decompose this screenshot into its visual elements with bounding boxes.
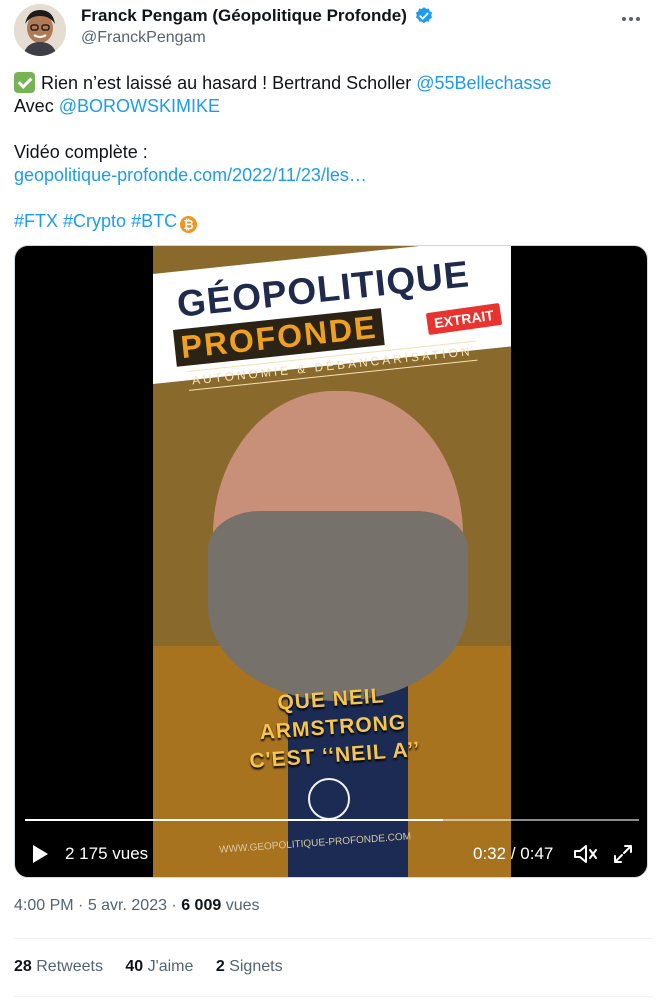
video-progress-fill [25,819,443,821]
video-time-separator: / [506,844,521,863]
verified-badge-icon [416,7,433,24]
mention-link[interactable]: @55Bellechasse [416,73,551,93]
author-display-name[interactable]: Franck Pengam (Géopolitique Profonde) [81,6,407,26]
mention-link[interactable]: @BOROWSKIMIKE [59,96,220,116]
tweet-stats: 28 Retweets 40 J'aime 2 Signets [14,958,301,976]
tweet-header: Franck Pengam (Géopolitique Profonde) @F… [14,4,654,56]
stat-count: 2 [215,958,225,975]
hashtag-link[interactable]: #Crypto [63,211,126,231]
tweet-line-3: Vidéo complète : [14,142,148,162]
video-figure-beard [208,511,468,701]
meta-separator: · [166,897,182,914]
tweet-line-2-text: Avec [14,96,59,116]
stat-count: 40 [125,958,144,975]
video-progress-bar[interactable] [25,819,639,821]
tweet-url-line: geopolitique-profonde.com/2022/11/23/les… [14,164,644,187]
tweet-time[interactable]: 4:00 PM [14,897,74,914]
more-horizontal-icon[interactable] [622,8,648,28]
tweet-date[interactable]: 5 avr. 2023 [88,897,167,914]
bitcoin-icon: ₿ [180,216,198,233]
stat-label: J'aime [147,958,194,975]
retweets-stat[interactable]: 28 Retweets [14,958,103,976]
tweet-line-1: Rien n’est laissé au hasard ! Bertrand S… [14,72,644,95]
author-handle[interactable]: @FranckPengam [81,29,434,47]
check-mark-icon [14,72,35,93]
hashtags-line: #FTX #Crypto #BTC ₿ [14,210,644,233]
video-views: 2 175 vues [65,844,149,863]
video-caption: QUE NEIL ARMSTRONG C'EST ‘‘NEIL A’’ [210,678,455,779]
video-controls: 2 175 vues 0:32 / 0:47 [15,834,647,874]
target-logo-icon [308,778,350,820]
likes-stat[interactable]: 40 J'aime [125,958,193,976]
video-time-total: 0:47 [520,844,554,863]
video-time: 0:32 / 0:47 [473,844,553,864]
tweet-meta: 4:00 PM · 5 avr. 2023 · 6 009 vues [14,897,260,915]
avatar-photo-icon [14,4,66,56]
hashtag-link[interactable]: #FTX [14,211,58,231]
video-time-current: 0:32 [473,844,507,863]
tweet-line-1-text: Rien n’est laissé au hasard ! Bertrand S… [41,73,417,93]
avatar[interactable] [14,4,66,56]
stat-label: Signets [229,958,283,975]
tweet-views-label: vues [225,897,260,914]
url-link[interactable]: geopolitique-profonde.com/2022/11/23/les… [14,165,367,185]
tweet-views-count: 6 009 [181,897,222,914]
fullscreen-icon[interactable] [612,843,634,865]
volume-muted-icon[interactable] [573,843,599,865]
tweet-line-2: Avec @BOROWSKIMIKE [14,95,644,118]
bookmarks-stat[interactable]: 2 Signets [216,958,283,976]
author-names: Franck Pengam (Géopolitique Profonde) @F… [81,6,434,47]
video-player[interactable]: GÉOPOLITIQUE PROFONDE EXTRAIT AUTONOMIE … [14,245,648,878]
divider [14,938,653,939]
stat-label: Retweets [36,958,103,975]
hashtag-link[interactable]: #BTC [131,211,177,231]
divider [14,996,653,997]
video-frame[interactable]: GÉOPOLITIQUE PROFONDE EXTRAIT AUTONOMIE … [153,246,511,877]
meta-separator: · [73,897,88,914]
play-icon[interactable] [33,845,48,863]
tweet-text: Rien n’est laissé au hasard ! Bertrand S… [14,72,644,233]
stat-count: 28 [14,958,32,975]
